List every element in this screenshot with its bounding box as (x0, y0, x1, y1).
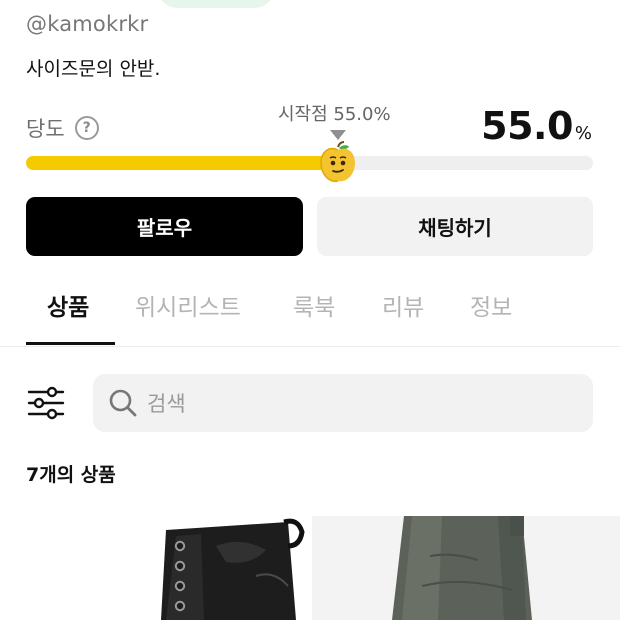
product-card-pants[interactable] (312, 516, 620, 620)
sweetness-label: 당도 (26, 117, 65, 141)
chat-button[interactable]: 채팅하기 (317, 197, 593, 256)
search-field[interactable]: 검색 (93, 374, 593, 432)
search-icon (109, 389, 137, 417)
sweetness-progress-fill (26, 156, 338, 170)
sweetness-label-row: 당도 ? (26, 113, 99, 143)
tab-info[interactable]: 정보 (470, 288, 512, 322)
apple-emoji-icon (320, 141, 355, 182)
tab-bar: 상품 위시리스트 룩북 리뷰 정보 (0, 280, 620, 347)
product-image-pants (392, 516, 532, 620)
tab-lookbook[interactable]: 룩북 (293, 288, 335, 322)
sweetness-value-unit: % (574, 123, 592, 144)
product-image-boot (161, 518, 305, 620)
tab-wishlist[interactable]: 위시리스트 (135, 288, 241, 322)
start-point-marker-icon (330, 130, 346, 140)
product-count: 7개의 상품 (26, 464, 116, 486)
sweetness-value: 55.0 % (481, 104, 592, 148)
start-point-label: 시작점 55.0% (278, 104, 391, 125)
sweetness-value-number: 55.0 (481, 104, 573, 148)
profile-bio: 사이즈문의 안받. (26, 58, 161, 80)
product-card-boot[interactable] (26, 516, 308, 620)
tab-reviews[interactable]: 리뷰 (382, 288, 424, 322)
tab-products[interactable]: 상품 (47, 288, 89, 322)
sweetness-progress-track (26, 156, 593, 170)
top-badge-cutoff (158, 0, 274, 8)
question-circle-icon[interactable]: ? (74, 116, 99, 140)
active-tab-indicator (26, 342, 115, 345)
sliders-icon[interactable] (26, 383, 66, 423)
search-placeholder: 검색 (147, 392, 186, 416)
profile-handle: @kamokrkr (26, 12, 149, 36)
follow-button[interactable]: 팔로우 (26, 197, 303, 256)
